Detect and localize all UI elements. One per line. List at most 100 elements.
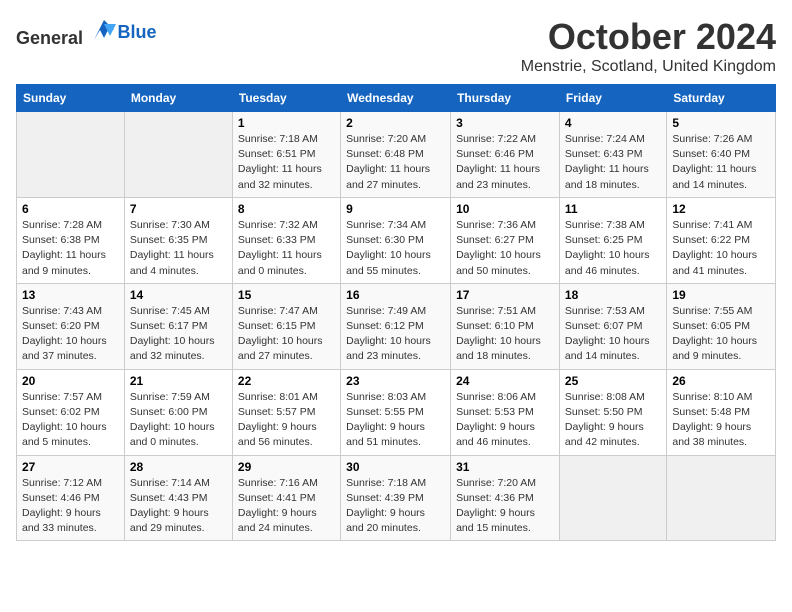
day-detail: Sunrise: 7:18 AMSunset: 6:51 PMDaylight:… — [238, 132, 335, 193]
day-number: 24 — [456, 374, 554, 388]
calendar-cell: 16Sunrise: 7:49 AMSunset: 6:12 PMDayligh… — [341, 283, 451, 369]
day-detail: Sunrise: 8:03 AMSunset: 5:55 PMDaylight:… — [346, 390, 445, 451]
weekday-header-monday: Monday — [124, 85, 232, 112]
calendar-cell: 30 Sunrise: 7:18 AMSunset: 4:39 PMDayligh… — [341, 455, 451, 541]
day-number: 7 — [130, 202, 227, 216]
day-number: 29 — [238, 460, 335, 474]
day-number: 19 — [672, 288, 770, 302]
calendar-cell: 31Sunrise: 7:20 AMSunset: 4:36 PMDayligh… — [451, 455, 560, 541]
calendar-week-row: 13Sunrise: 7:43 AMSunset: 6:20 PMDayligh… — [17, 283, 776, 369]
calendar-cell: 7Sunrise: 7:30 AMSunset: 6:35 PMDaylight… — [124, 197, 232, 283]
day-detail: Sunrise: 7:22 AMSunset: 6:46 PMDaylight:… — [456, 132, 554, 193]
day-detail: Sunrise: 7:18 AMSunset: 4:39 PMDaylight:… — [346, 476, 445, 537]
weekday-header-sunday: Sunday — [17, 85, 125, 112]
calendar-cell — [667, 455, 776, 541]
day-detail: Sunrise: 7:43 AMSunset: 6:20 PMDaylight:… — [22, 304, 119, 365]
weekday-header-tuesday: Tuesday — [232, 85, 340, 112]
day-detail: Sunrise: 7:47 AMSunset: 6:15 PMDaylight:… — [238, 304, 335, 365]
calendar-cell: 9Sunrise: 7:34 AMSunset: 6:30 PMDaylight… — [341, 197, 451, 283]
weekday-header-thursday: Thursday — [451, 85, 560, 112]
day-detail: Sunrise: 8:01 AMSunset: 5:57 PMDaylight:… — [238, 390, 335, 451]
calendar-cell: 11Sunrise: 7:38 AMSunset: 6:25 PMDayligh… — [559, 197, 666, 283]
day-number: 4 — [565, 116, 661, 130]
weekday-header-saturday: Saturday — [667, 85, 776, 112]
day-detail: Sunrise: 7:57 AMSunset: 6:02 PMDaylight:… — [22, 390, 119, 451]
calendar-cell: 15Sunrise: 7:47 AMSunset: 6:15 PMDayligh… — [232, 283, 340, 369]
calendar-cell: 3 Sunrise: 7:22 AMSunset: 6:46 PMDaylight… — [451, 112, 560, 198]
title-area: October 2024 Menstrie, Scotland, United … — [521, 16, 776, 76]
day-detail: Sunrise: 7:53 AMSunset: 6:07 PMDaylight:… — [565, 304, 661, 365]
day-detail: Sunrise: 7:34 AMSunset: 6:30 PMDaylight:… — [346, 218, 445, 279]
day-number: 30 — [346, 460, 445, 474]
day-detail: Sunrise: 7:16 AMSunset: 4:41 PMDaylight:… — [238, 476, 335, 537]
calendar-week-row: 27 Sunrise: 7:12 AMSunset: 4:46 PMDayligh… — [17, 455, 776, 541]
day-number: 11 — [565, 202, 661, 216]
day-number: 27 — [22, 460, 119, 474]
day-detail: Sunrise: 7:14 AMSunset: 4:43 PMDaylight:… — [130, 476, 227, 537]
day-detail: Sunrise: 7:28 AMSunset: 6:38 PMDaylight:… — [22, 218, 119, 279]
calendar-cell: 19 Sunrise: 7:55 AMSunset: 6:05 PMDayligh… — [667, 283, 776, 369]
day-number: 20 — [22, 374, 119, 388]
calendar-cell: 29 Sunrise: 7:16 AMSunset: 4:41 PMDayligh… — [232, 455, 340, 541]
calendar-cell: 6 Sunrise: 7:28 AMSunset: 6:38 PMDaylight… — [17, 197, 125, 283]
location-subtitle: Menstrie, Scotland, United Kingdom — [521, 58, 776, 76]
weekday-header-row: SundayMondayTuesdayWednesdayThursdayFrid… — [17, 85, 776, 112]
day-detail: Sunrise: 7:12 AMSunset: 4:46 PMDaylight:… — [22, 476, 119, 537]
calendar-cell: 17Sunrise: 7:51 AMSunset: 6:10 PMDayligh… — [451, 283, 560, 369]
calendar-cell: 20 Sunrise: 7:57 AMSunset: 6:02 PMDayligh… — [17, 369, 125, 455]
calendar-cell: 8Sunrise: 7:32 AMSunset: 6:33 PMDaylight… — [232, 197, 340, 283]
logo: General Blue — [16, 16, 157, 49]
calendar-cell: 5Sunrise: 7:26 AMSunset: 6:40 PMDaylight… — [667, 112, 776, 198]
calendar-table: SundayMondayTuesdayWednesdayThursdayFrid… — [16, 84, 776, 541]
day-number: 25 — [565, 374, 661, 388]
calendar-cell: 4 Sunrise: 7:24 AMSunset: 6:43 PMDaylight… — [559, 112, 666, 198]
day-number: 17 — [456, 288, 554, 302]
day-number: 1 — [238, 116, 335, 130]
calendar-cell: 13Sunrise: 7:43 AMSunset: 6:20 PMDayligh… — [17, 283, 125, 369]
day-detail: Sunrise: 7:32 AMSunset: 6:33 PMDaylight:… — [238, 218, 335, 279]
day-number: 12 — [672, 202, 770, 216]
day-number: 28 — [130, 460, 227, 474]
calendar-cell — [124, 112, 232, 198]
day-number: 5 — [672, 116, 770, 130]
weekday-header-wednesday: Wednesday — [341, 85, 451, 112]
day-detail: Sunrise: 7:59 AMSunset: 6:00 PMDaylight:… — [130, 390, 227, 451]
calendar-cell — [559, 455, 666, 541]
month-title: October 2024 — [521, 16, 776, 58]
day-number: 6 — [22, 202, 119, 216]
calendar-week-row: 20 Sunrise: 7:57 AMSunset: 6:02 PMDayligh… — [17, 369, 776, 455]
day-detail: Sunrise: 8:06 AMSunset: 5:53 PMDaylight:… — [456, 390, 554, 451]
weekday-header-friday: Friday — [559, 85, 666, 112]
day-number: 2 — [346, 116, 445, 130]
calendar-cell: 24 Sunrise: 8:06 AMSunset: 5:53 PMDayligh… — [451, 369, 560, 455]
calendar-cell: 2Sunrise: 7:20 AMSunset: 6:48 PMDaylight… — [341, 112, 451, 198]
calendar-cell — [17, 112, 125, 198]
day-number: 3 — [456, 116, 554, 130]
logo-icon — [90, 16, 118, 44]
day-detail: Sunrise: 8:08 AMSunset: 5:50 PMDaylight:… — [565, 390, 661, 451]
day-number: 14 — [130, 288, 227, 302]
calendar-cell: 12 Sunrise: 7:41 AMSunset: 6:22 PMDayligh… — [667, 197, 776, 283]
day-detail: Sunrise: 7:41 AMSunset: 6:22 PMDaylight:… — [672, 218, 770, 279]
day-number: 23 — [346, 374, 445, 388]
day-number: 10 — [456, 202, 554, 216]
calendar-cell: 1 Sunrise: 7:18 AMSunset: 6:51 PMDaylight… — [232, 112, 340, 198]
day-detail: Sunrise: 7:45 AMSunset: 6:17 PMDaylight:… — [130, 304, 227, 365]
day-number: 26 — [672, 374, 770, 388]
calendar-cell: 10 Sunrise: 7:36 AMSunset: 6:27 PMDayligh… — [451, 197, 560, 283]
calendar-cell: 22Sunrise: 8:01 AMSunset: 5:57 PMDayligh… — [232, 369, 340, 455]
logo-general-text: General — [16, 28, 83, 48]
calendar-cell: 21 Sunrise: 7:59 AMSunset: 6:00 PMDayligh… — [124, 369, 232, 455]
day-detail: Sunrise: 8:10 AMSunset: 5:48 PMDaylight:… — [672, 390, 770, 451]
logo-blue-text: Blue — [118, 22, 157, 42]
day-detail: Sunrise: 7:55 AMSunset: 6:05 PMDaylight:… — [672, 304, 770, 365]
calendar-week-row: 6 Sunrise: 7:28 AMSunset: 6:38 PMDaylight… — [17, 197, 776, 283]
calendar-cell: 25 Sunrise: 8:08 AMSunset: 5:50 PMDayligh… — [559, 369, 666, 455]
day-number: 21 — [130, 374, 227, 388]
calendar-cell: 14 Sunrise: 7:45 AMSunset: 6:17 PMDayligh… — [124, 283, 232, 369]
day-detail: Sunrise: 7:36 AMSunset: 6:27 PMDaylight:… — [456, 218, 554, 279]
day-number: 16 — [346, 288, 445, 302]
day-detail: Sunrise: 7:24 AMSunset: 6:43 PMDaylight:… — [565, 132, 661, 193]
day-number: 18 — [565, 288, 661, 302]
calendar-cell: 26 Sunrise: 8:10 AMSunset: 5:48 PMDayligh… — [667, 369, 776, 455]
